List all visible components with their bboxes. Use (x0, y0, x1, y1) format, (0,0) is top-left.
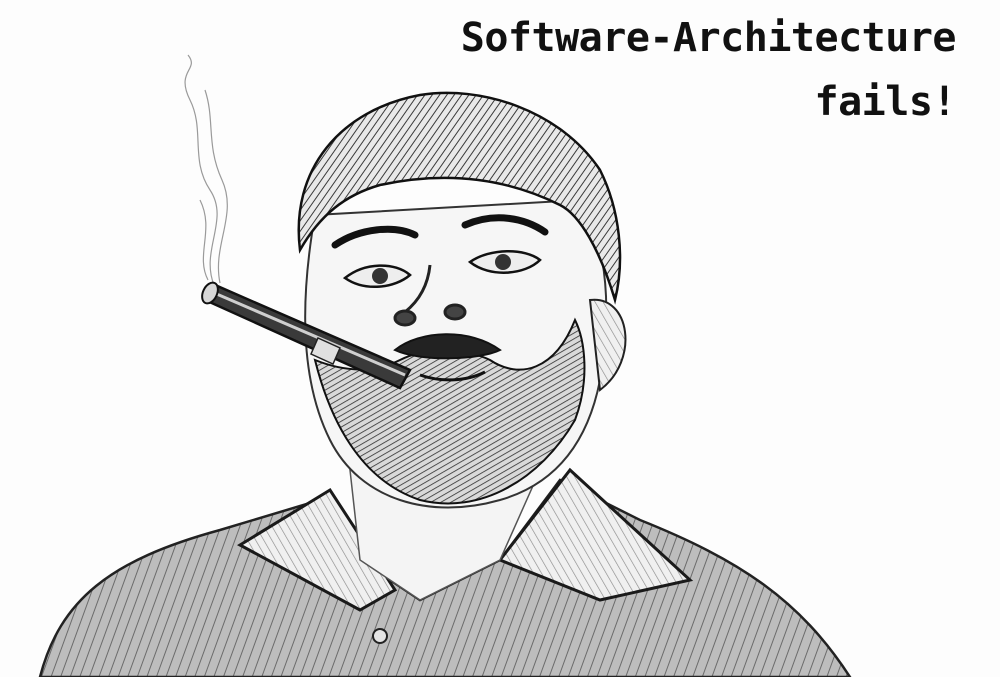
caption-line-1: Software-Architecture (460, 15, 957, 61)
caption-line-2: fails! (814, 79, 957, 125)
caption: Software-Architecture fails! (460, 6, 957, 134)
sketch-canvas: Software-Architecture fails! (0, 0, 1000, 677)
smoke-trail (184, 54, 228, 286)
